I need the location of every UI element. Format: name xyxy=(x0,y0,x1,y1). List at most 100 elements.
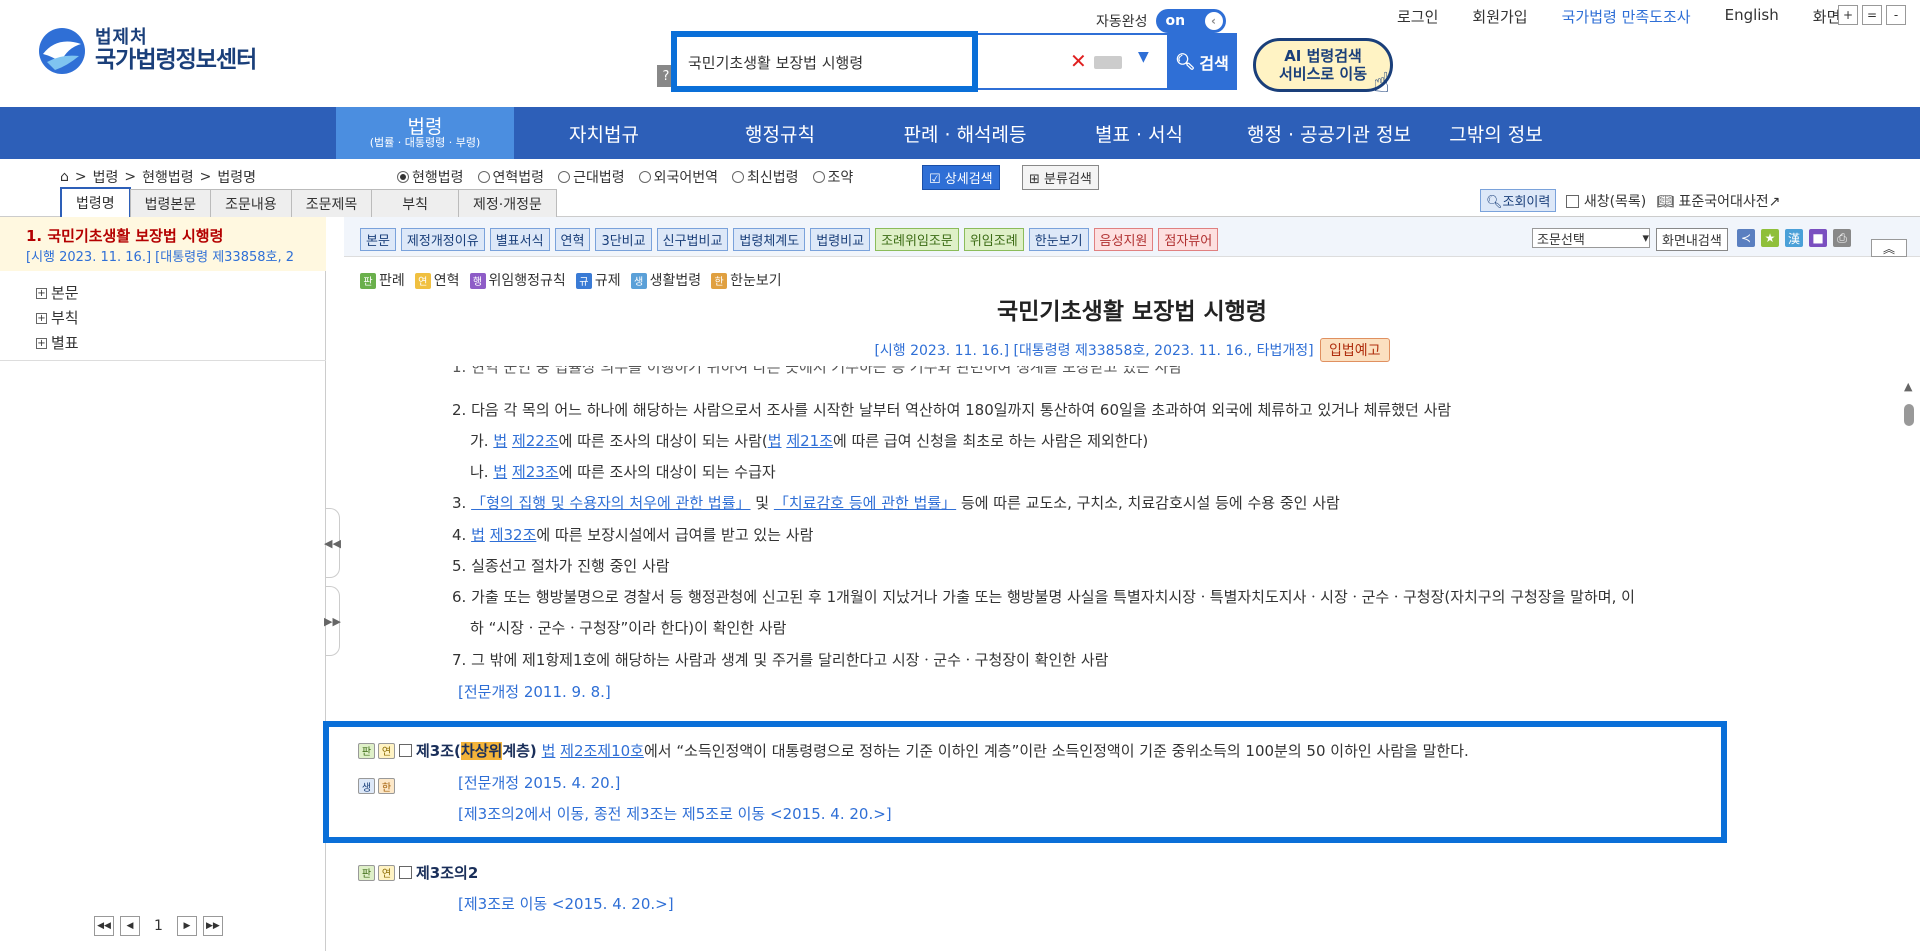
nav-item-law[interactable]: 법령 (법률 · 대통령령 · 부령) xyxy=(336,107,514,159)
article-3-2-checkbox[interactable] xyxy=(399,866,412,879)
article-link[interactable]: 제32조 xyxy=(490,526,537,544)
home-icon[interactable]: ⌂ xyxy=(60,169,69,185)
btn-3way-compare[interactable]: 3단비교 xyxy=(595,228,652,251)
site-logo[interactable]: 법제처 국가법령정보센터 xyxy=(37,26,257,76)
ai-search-button[interactable]: AI 법령검색 서비스로 이동 xyxy=(1253,38,1393,92)
tree-item-tables[interactable]: + 별표 xyxy=(36,331,79,356)
law-name-link[interactable]: 「치료감호 등에 관한 법률」 xyxy=(774,494,956,512)
precedent-badge-icon[interactable]: 판 xyxy=(358,742,375,759)
article-link[interactable]: 제22조 xyxy=(512,432,559,450)
law-link[interactable]: 법 xyxy=(471,526,485,544)
search-input[interactable] xyxy=(688,49,1028,75)
tree-item-supplementary[interactable]: + 부칙 xyxy=(36,306,79,331)
share-icon[interactable]: ≺ xyxy=(1737,229,1755,247)
search-button[interactable]: 🔍︎ 검색 xyxy=(1167,33,1237,90)
category-search-button[interactable]: ⊞ 분류검색 xyxy=(1022,165,1099,190)
life-law-badge-icon[interactable]: 생 xyxy=(358,778,375,794)
expand-left-icon[interactable]: ▶▶ xyxy=(324,586,341,656)
zoom-out-button[interactable]: - xyxy=(1886,5,1906,25)
first-page-icon[interactable]: ◀◀ xyxy=(94,916,114,936)
dictionary-link[interactable]: 📖︎ 표준국어대사전↗ xyxy=(1656,191,1780,211)
btn-history[interactable]: 연혁 xyxy=(554,228,591,251)
bookmark-icon[interactable]: ★ xyxy=(1761,229,1779,247)
scroll-thumb[interactable] xyxy=(1904,404,1914,426)
btn-old-new-compare[interactable]: 신구법비교 xyxy=(656,228,729,251)
expand-icon[interactable]: + xyxy=(36,313,47,324)
law-link[interactable]: 법 xyxy=(493,432,507,450)
btn-tables[interactable]: 별표서식 xyxy=(489,228,550,251)
tab-article-title[interactable]: 조문제목 xyxy=(290,189,373,217)
btn-overview[interactable]: 한눈보기 xyxy=(1028,228,1089,251)
chevron-down-icon[interactable]: ▼ xyxy=(1138,49,1149,65)
tab-enactment[interactable]: 제정·개정문 xyxy=(458,189,557,217)
btn-body[interactable]: 본문 xyxy=(360,228,396,251)
zoom-reset-button[interactable]: = xyxy=(1862,5,1882,25)
btn-ordinance-delegation[interactable]: 조례위임조문 xyxy=(875,228,959,251)
radio-latest-law[interactable]: 최신법령 xyxy=(732,167,799,187)
btn-reason[interactable]: 제정개정이유 xyxy=(400,228,485,251)
law-link[interactable]: 법 xyxy=(768,432,782,450)
history-button[interactable]: 🔍︎조회이력 xyxy=(1480,189,1557,212)
result-item[interactable]: 1. 국민기초생활 보장법 시행령 [시행 2023. 11. 16.] [대통… xyxy=(0,217,326,271)
nav-item-admin-rule[interactable]: 행정규칙 xyxy=(706,107,854,159)
last-page-icon[interactable]: ▶▶ xyxy=(202,916,223,936)
radio-foreign-law[interactable]: 외국어번역 xyxy=(638,167,718,187)
scroll-up-icon[interactable]: ▲ xyxy=(1904,380,1912,393)
btn-braille[interactable]: 점자뷰어 xyxy=(1158,228,1219,251)
login-link[interactable]: 로그인 xyxy=(1380,6,1455,27)
tab-article-content[interactable]: 조문내용 xyxy=(210,189,292,217)
article-link[interactable]: 제2조제10호 xyxy=(560,742,644,760)
article-select[interactable]: 조문선택 ▾ xyxy=(1532,228,1650,248)
keyboard-icon[interactable] xyxy=(1094,56,1122,69)
new-window-option[interactable]: 새창(목록) xyxy=(1566,191,1646,211)
expand-icon[interactable]: + xyxy=(36,288,47,299)
prev-page-icon[interactable]: ◀ xyxy=(120,916,140,936)
english-link[interactable]: English xyxy=(1708,6,1796,27)
radio-current-law[interactable]: 현행법령 xyxy=(397,167,464,187)
auto-complete-toggle[interactable]: on ‹ xyxy=(1155,9,1226,33)
nav-item-etc[interactable]: 그밖의 정보 xyxy=(1440,107,1552,159)
expand-icon[interactable]: + xyxy=(36,338,47,349)
law-link[interactable]: 법 xyxy=(493,463,507,481)
detail-search-button[interactable]: ☑ 상세검색 xyxy=(922,165,1000,190)
breadcrumb-current[interactable]: 현행법령 xyxy=(142,167,194,187)
precedent-badge-icon[interactable]: 판 xyxy=(358,864,375,881)
find-in-page-button[interactable]: 화면내검색 xyxy=(1656,228,1728,251)
nav-item-public-info[interactable]: 행정 · 공공기관 정보 xyxy=(1222,107,1436,159)
vertical-scrollbar[interactable]: ▲ xyxy=(1902,380,1916,940)
history-badge-icon[interactable]: 연 xyxy=(378,864,395,881)
survey-link[interactable]: 국가법령 만족도조사 xyxy=(1545,6,1708,27)
new-window-checkbox[interactable] xyxy=(1566,195,1580,208)
nav-item-local-law[interactable]: 자치법규 xyxy=(530,107,678,159)
clear-icon[interactable]: ✕ xyxy=(1070,49,1087,73)
collapse-up-icon[interactable]: ︽ xyxy=(1871,239,1907,257)
article-link[interactable]: 제21조 xyxy=(786,432,833,450)
law-name-link[interactable]: 「형의 집행 및 수용자의 처우에 관한 법률」 xyxy=(471,494,750,512)
article-link[interactable]: 제23조 xyxy=(512,463,559,481)
tab-appendix[interactable]: 부칙 xyxy=(371,189,459,217)
print-icon[interactable]: ⎙ xyxy=(1833,229,1851,247)
page-number[interactable]: 1 xyxy=(146,918,171,934)
btn-delegated-ordinance[interactable]: 위임조례 xyxy=(963,228,1024,251)
breadcrumb-law[interactable]: 법령 xyxy=(93,167,119,187)
btn-voice[interactable]: 음성지원 xyxy=(1093,228,1154,251)
tab-law-name[interactable]: 법령명 xyxy=(60,187,131,217)
collapse-left-icon[interactable]: ◀◀ xyxy=(324,508,341,578)
zoom-in-button[interactable]: + xyxy=(1838,5,1858,25)
tab-law-body[interactable]: 법령본문 xyxy=(129,189,212,217)
law-link[interactable]: 법 xyxy=(542,742,556,760)
breadcrumb-name[interactable]: 법령명 xyxy=(217,167,256,187)
overview-badge-icon[interactable]: 한 xyxy=(378,778,395,794)
radio-treaty[interactable]: 조약 xyxy=(812,167,853,187)
hanja-icon[interactable]: 漢 xyxy=(1785,229,1803,247)
nav-item-precedent[interactable]: 판례 · 해석례등 xyxy=(880,107,1050,159)
history-badge-icon[interactable]: 연 xyxy=(378,742,395,759)
radio-modern-law[interactable]: 근대법령 xyxy=(558,167,625,187)
btn-law-compare[interactable]: 법령비교 xyxy=(810,228,871,251)
result-title[interactable]: 1. 국민기초생활 보장법 시행령 xyxy=(26,225,326,246)
legislative-notice-button[interactable]: 입법예고 xyxy=(1320,338,1390,362)
article-3-checkbox[interactable] xyxy=(399,744,412,757)
tree-item-body[interactable]: + 본문 xyxy=(36,281,79,306)
radio-history-law[interactable]: 연혁법령 xyxy=(477,167,544,187)
btn-law-tree[interactable]: 법령체계도 xyxy=(733,228,806,251)
